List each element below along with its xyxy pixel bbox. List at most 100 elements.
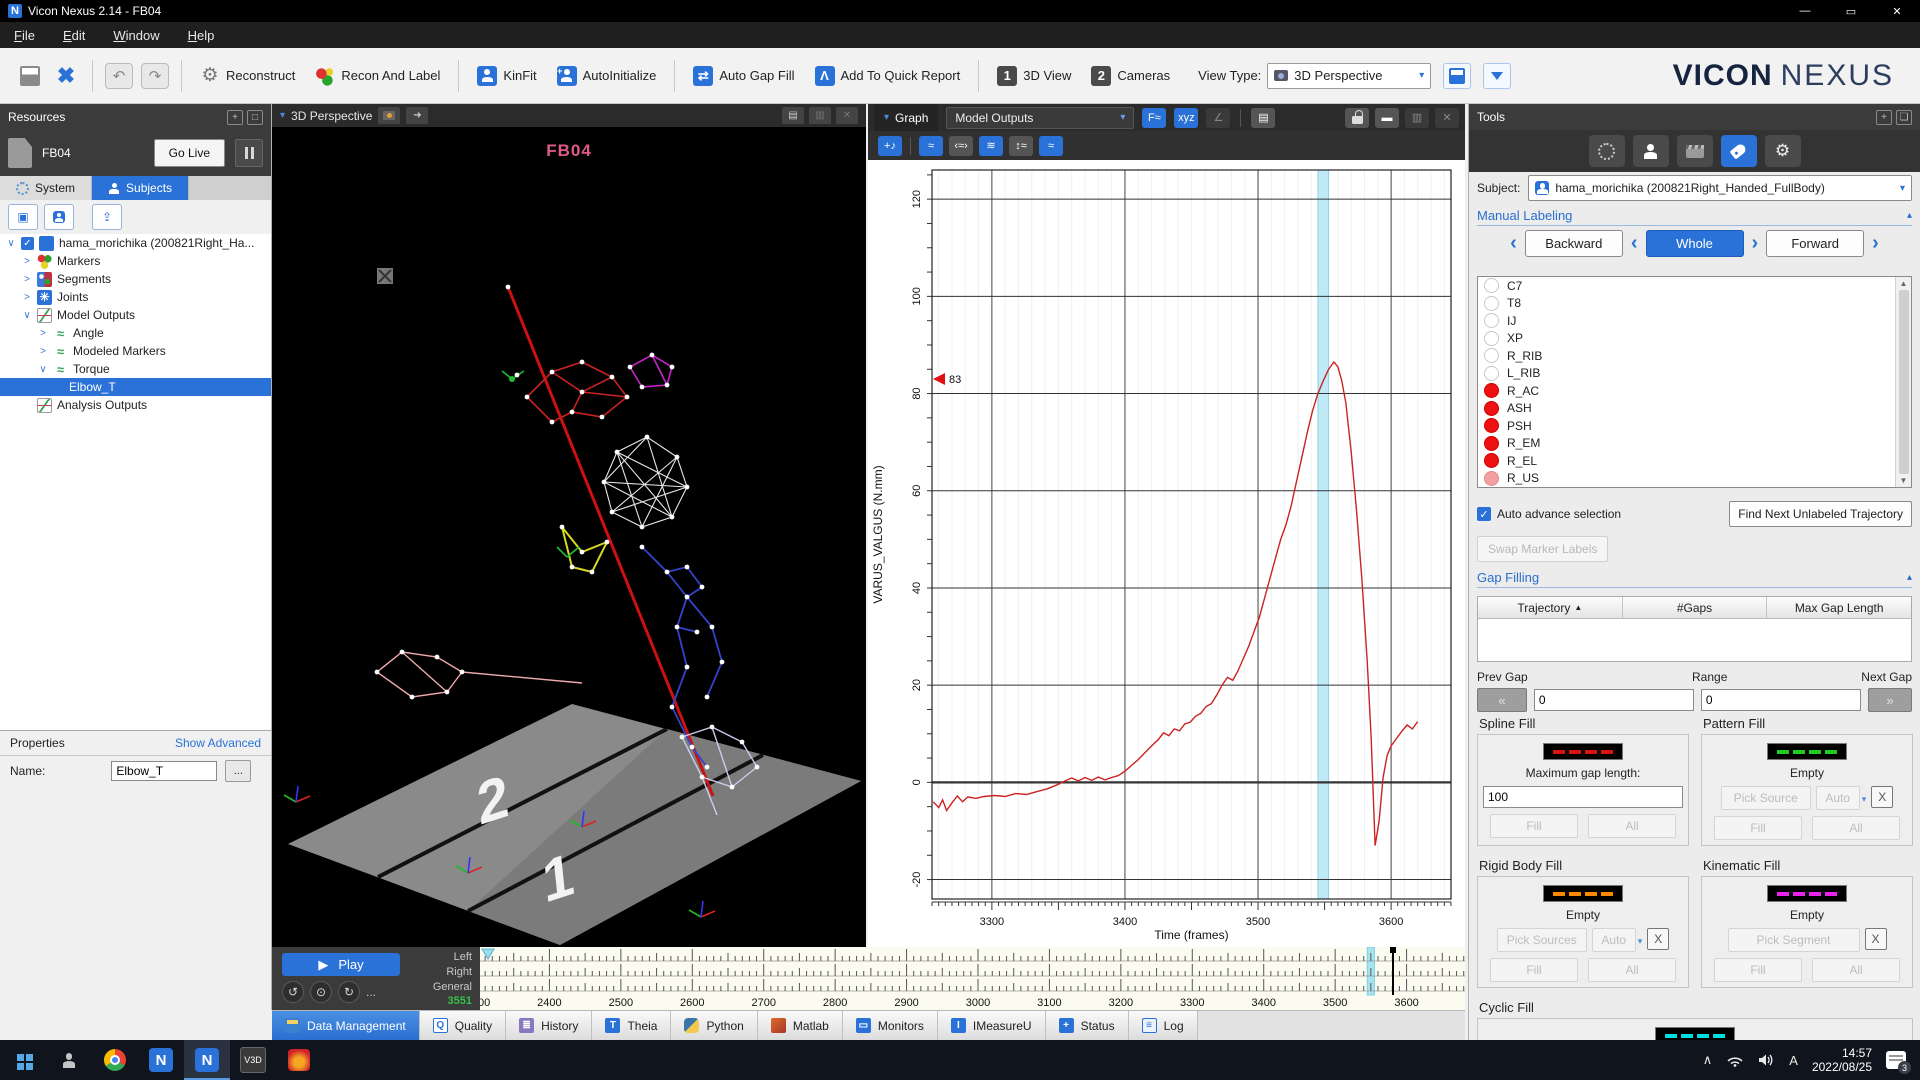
next-gap-button[interactable]: »	[1868, 688, 1912, 712]
forward-button[interactable]: Forward	[1766, 230, 1864, 257]
3d-view-title[interactable]: 3D Perspective	[291, 109, 372, 123]
marker-item-r-rib[interactable]: R_RIB	[1478, 347, 1895, 365]
add-alert-icon[interactable]: +♪	[878, 136, 902, 156]
marker-item-c7[interactable]: C7	[1478, 277, 1895, 295]
split-horizontal-icon[interactable]: ▤	[782, 107, 804, 124]
pattern-clear-button[interactable]: X	[1871, 786, 1893, 808]
spline-fill-button[interactable]: Fill	[1490, 814, 1578, 838]
wifi-icon[interactable]	[1726, 1053, 1744, 1067]
prev-icon[interactable]: ‹	[1631, 232, 1638, 255]
max-gap-length-input[interactable]	[1483, 786, 1683, 808]
pattern-auto-button[interactable]: Auto	[1816, 786, 1860, 810]
toolbar-recon-and-label[interactable]: Recon And Label	[305, 60, 450, 92]
minimize-button[interactable]: —	[1782, 0, 1828, 22]
gap-table[interactable]: Trajectory▲ #Gaps Max Gap Length	[1477, 596, 1912, 662]
clock[interactable]: 14:57 2022/08/25	[1812, 1046, 1872, 1074]
volume-icon[interactable]	[1758, 1053, 1775, 1067]
filter-view-button[interactable]	[1483, 63, 1511, 89]
step-forward-icon[interactable]: ›	[1872, 232, 1879, 255]
tab-matlab[interactable]: Matlab	[758, 1011, 843, 1040]
ime-indicator[interactable]: A	[1789, 1053, 1798, 1068]
expander-icon[interactable]: ∨	[6, 238, 16, 249]
scroll-up-icon[interactable]: ▲	[1900, 279, 1908, 288]
notification-icon[interactable]: 3	[1886, 1051, 1906, 1069]
tab-system[interactable]: System	[0, 176, 92, 200]
subject-select[interactable]: hama_morichika (200821Right_Handed_FullB…	[1528, 175, 1912, 201]
close-trial-button[interactable]: ✖	[50, 61, 82, 91]
loop-forward-icon[interactable]: ↻	[338, 981, 360, 1003]
scroll-thumb[interactable]	[1899, 290, 1909, 474]
visual3d-button[interactable]: V3D	[230, 1040, 276, 1080]
menu-file[interactable]: File	[0, 22, 49, 48]
tree-item-markers[interactable]: >Markers	[0, 252, 271, 270]
tab-theia[interactable]: TTheia	[592, 1011, 671, 1040]
tree-item-elbow-t[interactable]: Elbow_T	[0, 378, 271, 396]
whole-button[interactable]: Whole	[1646, 230, 1744, 257]
kinematic-clear-button[interactable]: X	[1865, 928, 1887, 950]
menu-help[interactable]: Help	[174, 22, 229, 48]
expander-icon[interactable]: >	[22, 292, 32, 303]
range-input[interactable]	[1701, 689, 1861, 711]
graph-view-select[interactable]: ▾ Graph	[874, 104, 938, 131]
marker-item-r-em[interactable]: R_EM	[1478, 435, 1895, 453]
expander-icon[interactable]: >	[38, 346, 48, 357]
menu-window[interactable]: Window	[99, 22, 173, 48]
pick-sources-button[interactable]: Pick Sources	[1497, 928, 1587, 952]
save-view-button[interactable]	[1443, 63, 1471, 89]
graph-plot-area[interactable]: 3300340035003600-2002040608010012083Time…	[868, 160, 1465, 947]
split-horizontal-icon[interactable]: ▬	[1375, 108, 1399, 128]
next-icon[interactable]: ›	[1752, 232, 1759, 255]
split-vertical-icon[interactable]: ▥	[1405, 108, 1429, 128]
pin-icon[interactable]: +	[227, 110, 243, 125]
tree-item-model-outputs[interactable]: ∨Model Outputs	[0, 306, 271, 324]
save-button[interactable]	[14, 61, 46, 91]
chrome-button[interactable]	[92, 1040, 138, 1080]
pin-icon[interactable]: +	[1876, 110, 1892, 125]
next-view-button[interactable]: ➜	[406, 107, 428, 124]
expander-icon[interactable]: >	[22, 256, 32, 267]
close-graph-icon[interactable]: ✕	[1435, 108, 1459, 128]
wave-zoom-icon[interactable]: ≋	[979, 136, 1003, 156]
maximize-button[interactable]: ▭	[1828, 0, 1874, 22]
marker-item-t8[interactable]: T8	[1478, 295, 1895, 313]
float-icon[interactable]: □	[247, 110, 263, 125]
nexus-app-button[interactable]: N	[138, 1040, 184, 1080]
tab-python[interactable]: Python	[671, 1011, 757, 1040]
stop-at-end-icon[interactable]: ⊙	[310, 981, 332, 1003]
pipeline-button[interactable]: ⚙	[1765, 135, 1801, 167]
redo-button[interactable]: ↷	[139, 61, 171, 91]
tree-item-joints[interactable]: >✳Joints	[0, 288, 271, 306]
unlock-icon[interactable]	[1345, 108, 1369, 128]
pattern-all-button[interactable]: All	[1812, 816, 1900, 840]
wave-view-icon[interactable]: ≈	[919, 136, 943, 156]
xyz-components-icon[interactable]: xyz	[1174, 108, 1198, 128]
close-button[interactable]: ✕	[1874, 0, 1920, 22]
pause-button[interactable]	[235, 139, 263, 167]
close-view-icon[interactable]: ✕	[836, 107, 858, 124]
marker-item-r-ac[interactable]: R_AC	[1478, 382, 1895, 400]
kinematic-all-button[interactable]: All	[1812, 958, 1900, 982]
nexus-active-button[interactable]: N	[184, 1040, 230, 1080]
play-button[interactable]: ▶Play	[282, 953, 400, 976]
go-live-button[interactable]: Go Live	[154, 139, 225, 167]
marker-item-ash[interactable]: ASH	[1478, 400, 1895, 418]
tab-quality[interactable]: QQuality	[420, 1011, 506, 1040]
loop-backward-icon[interactable]: ↺	[282, 981, 304, 1003]
expander-icon[interactable]: ∨	[22, 310, 32, 321]
lock-x-axis-icon[interactable]: ‹≈›	[949, 136, 973, 156]
new-subject-button[interactable]: ▣	[8, 204, 38, 230]
start-button[interactable]	[0, 1040, 46, 1080]
toolbar-add-to-quick-report[interactable]: ΛAdd To Quick Report	[805, 60, 971, 92]
rigid-fill-button[interactable]: Fill	[1490, 958, 1578, 982]
step-backward-icon[interactable]: ‹	[1510, 232, 1517, 255]
view-type-select[interactable]: 3D Perspective ▾	[1267, 63, 1431, 89]
manual-labeling-section[interactable]: Manual Labeling▴	[1477, 208, 1912, 226]
toolbar-reconstruct[interactable]: ⚙Reconstruct	[190, 60, 305, 92]
angle-tool-icon[interactable]: ∠	[1206, 108, 1230, 128]
lock-y-axis-icon[interactable]: ↕≈	[1009, 136, 1033, 156]
add-subject-button[interactable]	[44, 204, 74, 230]
toolbar-cameras[interactable]: 2Cameras	[1081, 60, 1180, 92]
marker-item-ij[interactable]: IJ	[1478, 312, 1895, 330]
timeline-more-button[interactable]: ...	[366, 985, 376, 999]
tab-monitors[interactable]: ▭Monitors	[843, 1011, 938, 1040]
